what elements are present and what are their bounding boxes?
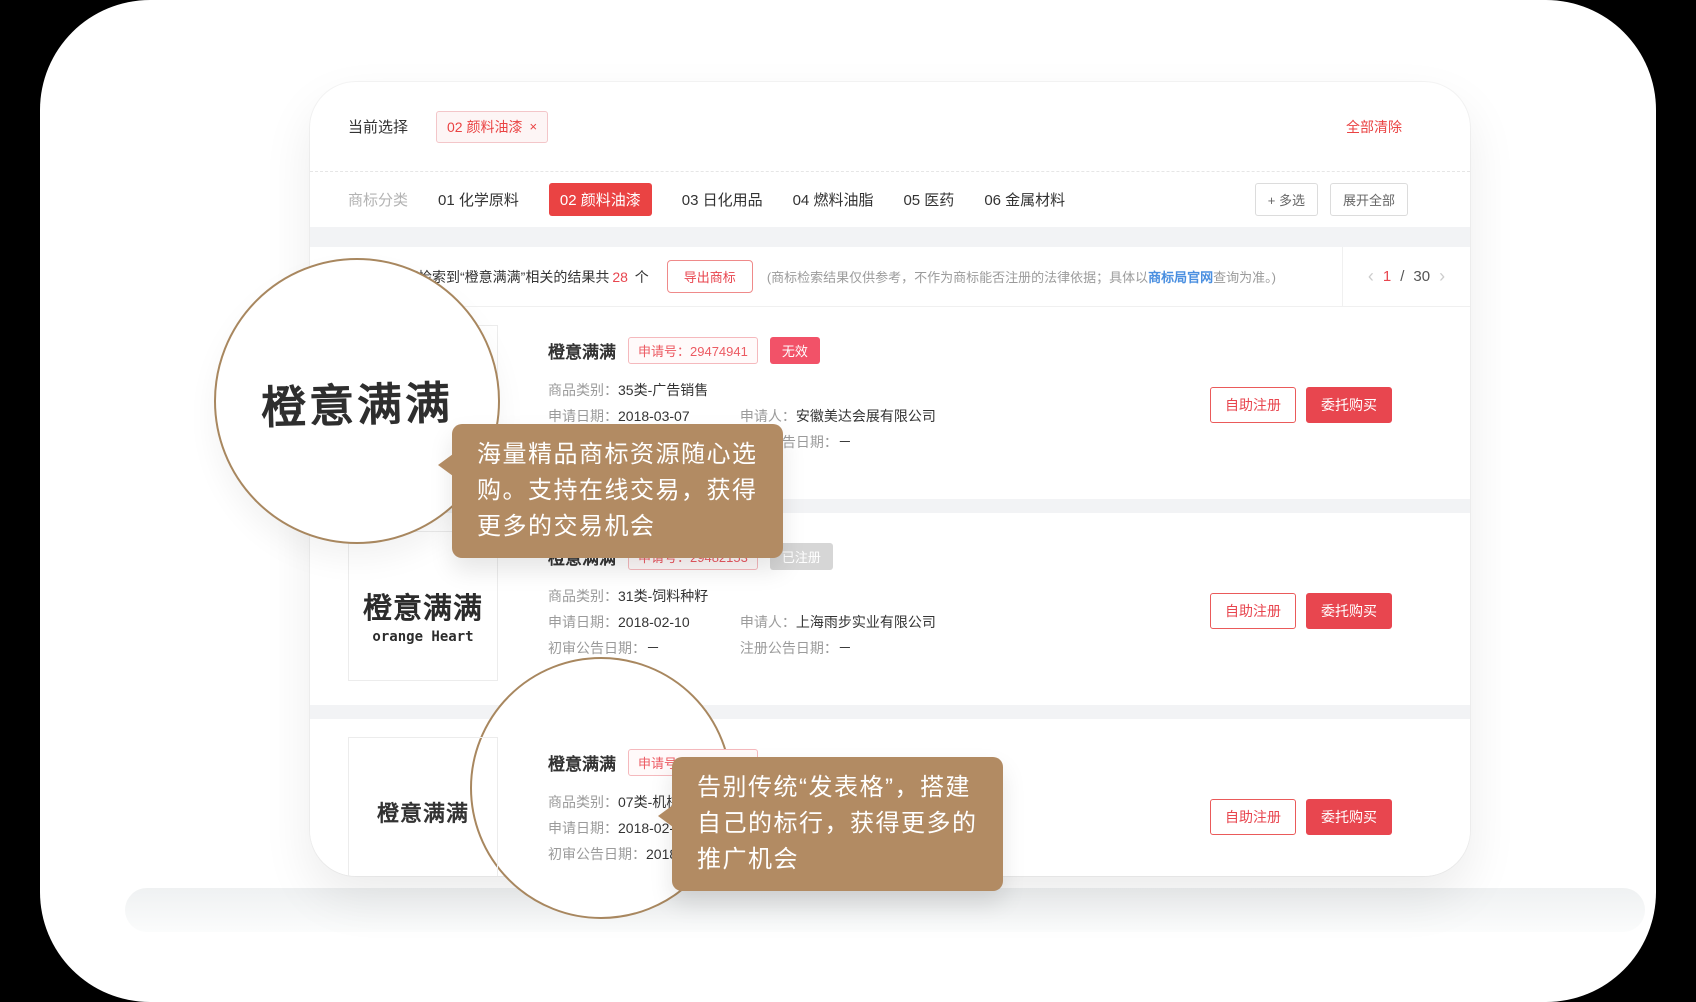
- prev-page-icon[interactable]: ‹: [1368, 266, 1374, 287]
- entrust-purchase-button[interactable]: 委托购买: [1306, 593, 1392, 629]
- trademark-image-subtext: orange Heart: [372, 629, 473, 645]
- filter-panel: 当前选择 02 颜料油漆 × 全部清除 商标分类 01 化学原料 02 颜料油漆…: [310, 82, 1470, 227]
- category-row-label: 商标分类: [348, 189, 408, 210]
- zoomed-trademark-text: 橙意满满: [260, 366, 454, 436]
- category-item-01[interactable]: 01 化学原料: [438, 189, 519, 210]
- selected-filter-tag-label: 02 颜料油漆: [447, 117, 522, 137]
- page-separator: /: [1400, 268, 1404, 285]
- tooltip-line: 海量精品商标资源随心选: [477, 437, 758, 473]
- results-count-unit: 个: [635, 269, 649, 285]
- disclaimer-pre: (商标检索结果仅供参考，不作为商标能否注册的法律依据；具体以: [767, 270, 1148, 285]
- tooltip-line: 告别传统“发表格”，搭建: [697, 770, 978, 806]
- clear-all-button[interactable]: 全部清除: [1346, 117, 1402, 137]
- first-trial-value: －: [646, 640, 660, 656]
- apply-date-label: 申请日期：: [548, 614, 618, 630]
- tooltip-line: 推广机会: [697, 842, 978, 878]
- results-count: 28: [612, 269, 628, 285]
- registration-value: －: [838, 434, 852, 450]
- registration-value: －: [838, 640, 852, 656]
- tooltip-marketplace: 海量精品商标资源随心选 购。支持在线交易，获得 更多的交易机会: [452, 424, 783, 558]
- category-item-06[interactable]: 06 金属材料: [984, 189, 1065, 210]
- results-header: 当前分类下检索到“橙意满满”相关的结果共28 个 导出商标 (商标检索结果仅供参…: [310, 247, 1470, 307]
- row-1-actions: 自助注册 委托购买: [1210, 387, 1392, 423]
- category-row: 商标分类 01 化学原料 02 颜料油漆 03 日化用品 04 燃料油脂 05 …: [310, 172, 1470, 227]
- next-page-icon[interactable]: ›: [1439, 266, 1445, 287]
- tooltip-promotion: 告别传统“发表格”，搭建 自己的标行，获得更多的 推广机会: [672, 757, 1003, 891]
- first-trial-label: 初审公告日期：: [548, 846, 646, 862]
- entrust-purchase-button[interactable]: 委托购买: [1306, 387, 1392, 423]
- category-item-04[interactable]: 04 燃料油脂: [793, 189, 874, 210]
- application-number-tag: 申请号：29474941: [628, 337, 758, 364]
- applicant-value: 安徽美达会展有限公司: [796, 408, 936, 424]
- trademark-image-3: 橙意满满: [348, 737, 498, 876]
- first-trial-label: 初审公告日期：: [548, 640, 646, 656]
- category-item-02-selected[interactable]: 02 颜料油漆: [549, 183, 652, 216]
- row-3-actions: 自助注册 委托购买: [1210, 799, 1392, 835]
- current-selection-label: 当前选择: [348, 116, 408, 137]
- section-divider-band: [310, 227, 1470, 247]
- trademark-office-link[interactable]: 商标局官网: [1148, 270, 1213, 285]
- self-register-button[interactable]: 自助注册: [1210, 593, 1296, 629]
- current-page: 1: [1383, 268, 1391, 285]
- apply-date-label: 申请日期：: [548, 820, 618, 836]
- export-trademarks-button[interactable]: 导出商标: [667, 260, 753, 293]
- category-label: 商品类别：: [548, 794, 618, 810]
- apply-date-value: 2018-02-10: [618, 614, 690, 630]
- applicant-label: 申请人：: [740, 614, 796, 630]
- apply-date-label: 申请日期：: [548, 408, 618, 424]
- category-label: 商品类别：: [548, 382, 618, 398]
- category-value: 31类-饲料种籽: [618, 588, 708, 604]
- entrust-purchase-button[interactable]: 委托购买: [1306, 799, 1392, 835]
- applicant-value: 上海雨步实业有限公司: [796, 614, 936, 630]
- status-badge: 无效: [770, 337, 820, 364]
- self-register-button[interactable]: 自助注册: [1210, 387, 1296, 423]
- applicant-label: 申请人：: [740, 408, 796, 424]
- category-item-03[interactable]: 03 日化用品: [682, 189, 763, 210]
- selected-filter-tag[interactable]: 02 颜料油漆 ×: [436, 111, 548, 143]
- tooltip-arrow-icon: [438, 454, 453, 476]
- pagination: ‹ 1 / 30 ›: [1342, 247, 1470, 306]
- trademark-image-text: 橙意满满: [377, 796, 469, 828]
- expand-all-button[interactable]: 展开全部: [1330, 183, 1408, 216]
- close-icon[interactable]: ×: [529, 119, 537, 134]
- apply-date-value: 2018-03-07: [618, 408, 690, 424]
- tooltip-line: 更多的交易机会: [477, 509, 758, 545]
- self-register-button[interactable]: 自助注册: [1210, 799, 1296, 835]
- tooltip-line: 购。支持在线交易，获得: [477, 473, 758, 509]
- total-pages: 30: [1413, 268, 1430, 285]
- disclaimer-post: 查询为准。): [1213, 270, 1276, 285]
- category-item-05[interactable]: 05 医药: [903, 189, 954, 210]
- app-no-value: 29474941: [690, 344, 748, 359]
- tooltip-arrow-icon: [658, 805, 673, 827]
- results-disclaimer: (商标检索结果仅供参考，不作为商标能否注册的法律依据；具体以商标局官网查询为准。…: [767, 267, 1276, 286]
- app-no-label: 申请号：: [638, 344, 690, 359]
- category-label: 商品类别：: [548, 588, 618, 604]
- trademark-image-text: 橙意满满: [363, 585, 483, 627]
- category-tools: + 多选 展开全部: [1255, 183, 1408, 216]
- trademark-name[interactable]: 橙意满满: [548, 338, 616, 363]
- current-selection-row: 当前选择 02 颜料油漆 × 全部清除: [310, 82, 1470, 172]
- row-2-actions: 自助注册 委托购买: [1210, 593, 1392, 629]
- multi-select-button[interactable]: + 多选: [1255, 183, 1318, 216]
- registration-label: 注册公告日期：: [740, 640, 838, 656]
- trademark-name[interactable]: 橙意满满: [548, 750, 616, 775]
- category-value: 35类-广告销售: [618, 382, 708, 398]
- tooltip-line: 自己的标行，获得更多的: [697, 806, 978, 842]
- laptop-base-bar: [125, 888, 1645, 932]
- row-divider-band: [310, 705, 1470, 719]
